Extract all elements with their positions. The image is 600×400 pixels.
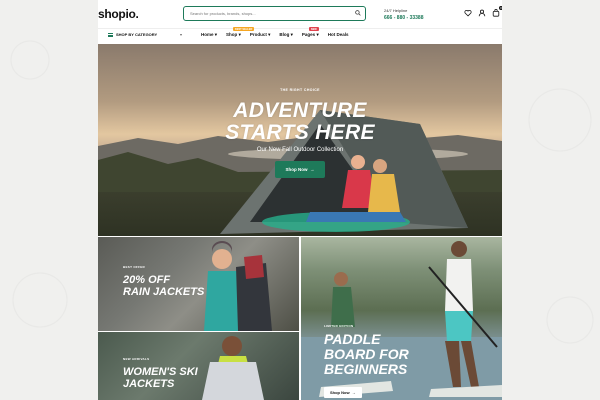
menu-item-label: Blog [279, 32, 290, 37]
chevron-down-icon: ▾ [268, 32, 271, 37]
menu-item-hot-deals[interactable]: Hot Deals [328, 32, 349, 38]
user-icon[interactable] [478, 9, 486, 17]
menu-tag-new: NEW [308, 27, 319, 31]
tile-title-line: PADDLE [324, 331, 381, 347]
menu-item-label: Hot Deals [327, 32, 349, 37]
menu-item-label: Home [201, 32, 214, 37]
tile-title: 20% OFF RAIN JACKETS [123, 274, 213, 299]
chevron-down-icon: ▾ [290, 32, 293, 37]
cart-count-badge: 0 [499, 6, 502, 10]
promo-tile-ski-jackets[interactable]: NEW ARRIVALS WOMEN'S SKI JACKETS [98, 332, 299, 400]
menu-icon [108, 32, 113, 37]
menu-item-label: Product [249, 32, 267, 37]
heart-icon[interactable] [464, 9, 472, 17]
helpline-number[interactable]: 666 - 880 - 33388 [384, 15, 423, 21]
menu-item-product[interactable]: Product ▾ [250, 32, 271, 38]
page: shopio. 24/7 Helpline 666 - 880 - 33388 [98, 0, 502, 400]
arrow-right-icon: → [308, 167, 315, 172]
hero-shop-now-button[interactable]: Shop Now → [275, 161, 325, 178]
tile-kicker: NEW ARRIVALS [123, 357, 150, 361]
hero-banner: THE RIGHT CHOICE ADVENTURE STARTS HERE O… [98, 44, 502, 236]
hiker-woman-image [204, 241, 272, 331]
shop-by-category-button[interactable]: SHOP BY CATEGORY [108, 32, 157, 37]
menu-item-label: Shop [226, 32, 238, 37]
hero-title-line: STARTS HERE [225, 121, 375, 144]
hero-content: THE RIGHT CHOICE ADVENTURE STARTS HERE O… [98, 88, 502, 178]
tile-title-line: BOARD FOR [324, 346, 409, 363]
chevron-down-icon: ▾ [214, 32, 218, 37]
helpline: 24/7 Helpline 666 - 880 - 33388 [384, 8, 423, 21]
tile-title-line: JACKETS [123, 377, 175, 390]
tile-title: WOMEN'S SKI JACKETS [123, 366, 213, 391]
menu-bar: Home ▾ BEST SELLER Shop ▾ Product ▾ Blog… [201, 27, 349, 38]
hero-subtitle: Our New Fall Outdoor Collection [256, 147, 344, 153]
main-nav: SHOP BY CATEGORY ▾ Home ▾ BEST SELLER Sh… [98, 27, 502, 44]
menu-item-home[interactable]: Home ▾ [201, 32, 217, 38]
menu-item-pages[interactable]: NEW Pages ▾ [301, 27, 319, 38]
hero-kicker: THE RIGHT CHOICE [280, 88, 320, 92]
search-input[interactable] [190, 11, 350, 16]
tile-shop-now-button[interactable]: Shop Now → [324, 387, 362, 398]
button-label: Shop Now [285, 167, 308, 172]
tile-title-line: RAIN JACKETS [123, 285, 205, 298]
promo-tile-rain-jackets[interactable]: BEST OFFER 20% OFF RAIN JACKETS [98, 237, 299, 331]
helpline-label: 24/7 Helpline [384, 8, 408, 13]
arrow-right-icon: → [350, 390, 356, 395]
tile-kicker: LIMITED EDITION [324, 324, 354, 328]
hero-title-line: ADVENTURE [233, 99, 367, 122]
header-icons: 0 [464, 6, 502, 17]
promo-tile-paddle-board[interactable]: LIMITED EDITION PADDLE BOARD FOR BEGINNE… [301, 237, 502, 400]
cart-icon [492, 9, 500, 17]
tile-title: PADDLE BOARD FOR BEGINNERS [324, 331, 444, 378]
cart-button[interactable]: 0 [492, 6, 502, 17]
chevron-down-icon[interactable]: ▾ [180, 32, 182, 37]
button-label: Shop Now [330, 390, 350, 395]
hero-title: ADVENTURE STARTS HERE [98, 100, 502, 144]
search-bar[interactable] [183, 6, 366, 21]
menu-item-label: Pages [301, 32, 316, 37]
chevron-down-icon: ▾ [238, 32, 241, 37]
tile-title-line: BEGINNERS [324, 361, 408, 378]
category-label: SHOP BY CATEGORY [116, 32, 158, 37]
header: shopio. 24/7 Helpline 666 - 880 - 33388 [98, 0, 502, 28]
menu-tag-best-seller: BEST SELLER [233, 27, 255, 31]
search-icon[interactable] [355, 10, 361, 16]
menu-item-shop[interactable]: BEST SELLER Shop ▾ [226, 27, 255, 38]
tile-kicker: BEST OFFER [123, 265, 146, 269]
chevron-down-icon: ▾ [316, 32, 319, 37]
menu-item-blog[interactable]: Blog ▾ [279, 32, 293, 38]
logo[interactable]: shopio. [98, 7, 139, 21]
